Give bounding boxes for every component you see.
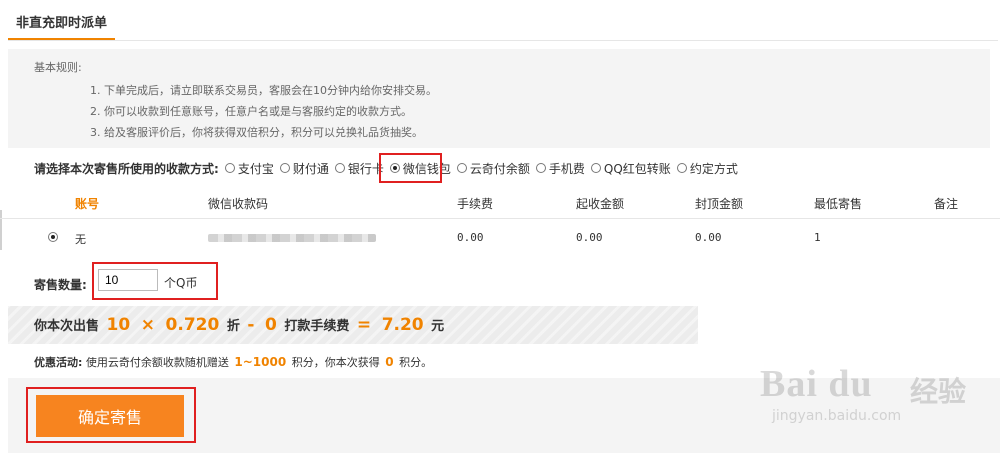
calc-total: 7.20 bbox=[381, 315, 424, 335]
payment-option-bank-card[interactable]: 银行卡 bbox=[334, 160, 384, 177]
radio-icon[interactable] bbox=[334, 163, 345, 173]
promo-points: 0 bbox=[385, 355, 394, 369]
fee-value: 0.00 bbox=[457, 231, 484, 244]
promo-text: 使用云奇付余额收款随机赠送 bbox=[85, 356, 229, 369]
calc-rate: 0.720 bbox=[165, 315, 220, 335]
payment-method-label: 请选择本次寄售所使用的收款方式: bbox=[34, 161, 219, 176]
promo-text-2: 积分，你本次获得 bbox=[291, 356, 380, 369]
calc-times: × bbox=[140, 315, 155, 335]
radio-icon[interactable] bbox=[535, 163, 546, 173]
column-header-note: 备注 bbox=[934, 197, 959, 211]
rule-item: 1. 下单完成后，请立即联系交易员，客服会在10分钟内给你安排交易。 bbox=[90, 84, 437, 97]
calc-equals: = bbox=[356, 315, 372, 335]
calc-quantity: 10 bbox=[106, 315, 131, 335]
highlight-confirm-button bbox=[26, 387, 196, 443]
column-header-wechat-code: 微信收款码 bbox=[208, 197, 269, 211]
radio-icon[interactable] bbox=[590, 163, 601, 173]
calc-fee: 0 bbox=[264, 315, 277, 335]
calc-discount-unit: 折 bbox=[226, 319, 240, 334]
column-header-account: 账号 bbox=[75, 197, 100, 211]
calc-prefix: 你本次出售 bbox=[34, 319, 100, 334]
promo-range: 1~1000 bbox=[234, 355, 287, 369]
column-header-min-sale: 最低寄售 bbox=[814, 197, 863, 211]
rule-item: 3. 给及客服评价后，你将获得双倍积分，积分可以兑换礼品货抽奖。 bbox=[90, 126, 423, 139]
radio-icon[interactable] bbox=[224, 163, 235, 173]
radio-icon[interactable] bbox=[456, 163, 467, 173]
min-amount-value: 0.00 bbox=[576, 231, 603, 244]
blurred-wechat-code bbox=[208, 234, 376, 242]
payment-option-qq-red-packet[interactable]: QQ红包转账 bbox=[590, 160, 671, 177]
column-header-max-amount: 封顶金额 bbox=[695, 197, 744, 211]
column-header-min-amount: 起收金额 bbox=[576, 197, 625, 211]
account-name: 无 bbox=[75, 233, 86, 246]
min-sale-value: 1 bbox=[814, 231, 821, 244]
calculation-text: 你本次出售 10 × 0.720 折 - 0 打款手续费 = 7.20 元 bbox=[34, 315, 444, 335]
calc-minus: - bbox=[247, 315, 255, 335]
account-table-header: 账号 微信收款码 手续费 起收金额 封顶金额 最低寄售 备注 bbox=[0, 186, 1000, 219]
calculation-bar: 你本次出售 10 × 0.720 折 - 0 打款手续费 = 7.20 元 bbox=[8, 306, 698, 344]
payment-option-yunqifu-balance[interactable]: 云奇付余额 bbox=[456, 160, 530, 177]
tab-instant-order[interactable]: 非直充即时派单 bbox=[8, 12, 116, 40]
watermark-cn: 经验 bbox=[910, 375, 967, 408]
tab-label: 非直充即时派单 bbox=[16, 16, 108, 31]
baidu-watermark-logo: Bai du 经验 jingyan.baidu.com bbox=[760, 362, 980, 432]
payment-option-phone-credit[interactable]: 手机费 bbox=[535, 160, 585, 177]
calc-fee-label: 打款手续费 bbox=[284, 319, 350, 334]
highlight-wechat-option bbox=[379, 153, 442, 183]
radio-icon[interactable] bbox=[676, 163, 687, 173]
rules-title: 基本规则: bbox=[34, 61, 82, 74]
max-amount-value: 0.00 bbox=[695, 231, 722, 244]
rules-panel: 基本规则: 1. 下单完成后，请立即联系交易员，客服会在10分钟内给你安排交易。… bbox=[8, 49, 990, 148]
payment-option-tenpay[interactable]: 财付通 bbox=[279, 160, 329, 177]
quantity-label: 寄售数量: bbox=[34, 278, 87, 292]
promo-row: 优惠活动: 使用云奇付余额收款随机赠送 1~1000 积分，你本次获得 0 积分… bbox=[34, 354, 432, 370]
watermark-url: jingyan.baidu.com bbox=[772, 408, 902, 424]
radio-icon[interactable] bbox=[279, 163, 290, 173]
payment-option-alipay[interactable]: 支付宝 bbox=[224, 160, 274, 177]
watermark-brand: Bai du bbox=[760, 363, 873, 405]
promo-label: 优惠活动: bbox=[34, 356, 83, 369]
column-header-fee: 手续费 bbox=[457, 197, 494, 211]
rule-item: 2. 你可以收款到任意账号，任意户名或是与客服约定的收款方式。 bbox=[90, 105, 412, 118]
tab-bar: 非直充即时派单 bbox=[8, 0, 998, 41]
account-radio-icon[interactable] bbox=[48, 232, 58, 242]
table-row[interactable]: 无 0.00 0.00 0.00 1 bbox=[0, 222, 1000, 252]
highlight-quantity bbox=[92, 262, 218, 300]
calc-currency: 元 bbox=[431, 319, 445, 334]
promo-text-3: 积分。 bbox=[399, 356, 433, 369]
payment-option-agreed[interactable]: 约定方式 bbox=[676, 160, 738, 177]
